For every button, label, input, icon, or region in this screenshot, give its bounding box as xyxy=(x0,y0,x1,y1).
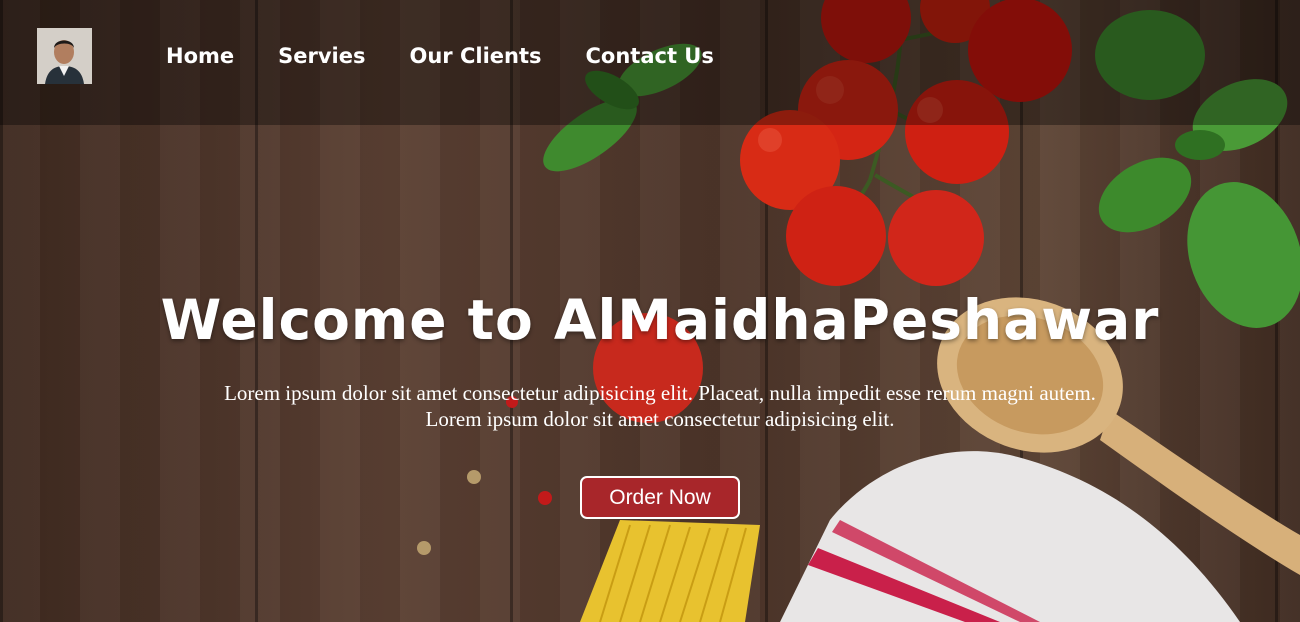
hero-description: Lorem ipsum dolor sit amet consectetur a… xyxy=(195,380,1125,432)
hero-description-line-1: Lorem ipsum dolor sit amet consectetur a… xyxy=(224,381,1096,405)
navbar: Home Servies Our Clients Contact Us xyxy=(0,0,1300,125)
order-now-button[interactable]: Order Now xyxy=(580,476,740,519)
hero-title: Welcome to AlMaidhaPeshawar xyxy=(160,288,1160,352)
hero-description-line-2: Lorem ipsum dolor sit amet consectetur a… xyxy=(425,407,895,431)
nav-link-services[interactable]: Servies xyxy=(278,44,365,68)
avatar-icon xyxy=(37,28,92,84)
nav-link-home[interactable]: Home xyxy=(166,44,234,68)
spaghetti xyxy=(580,520,760,622)
nav-links: Home Servies Our Clients Contact Us xyxy=(166,44,758,68)
avatar-logo[interactable] xyxy=(37,28,92,84)
nav-link-contact-us[interactable]: Contact Us xyxy=(586,44,714,68)
nav-link-our-clients[interactable]: Our Clients xyxy=(410,44,542,68)
